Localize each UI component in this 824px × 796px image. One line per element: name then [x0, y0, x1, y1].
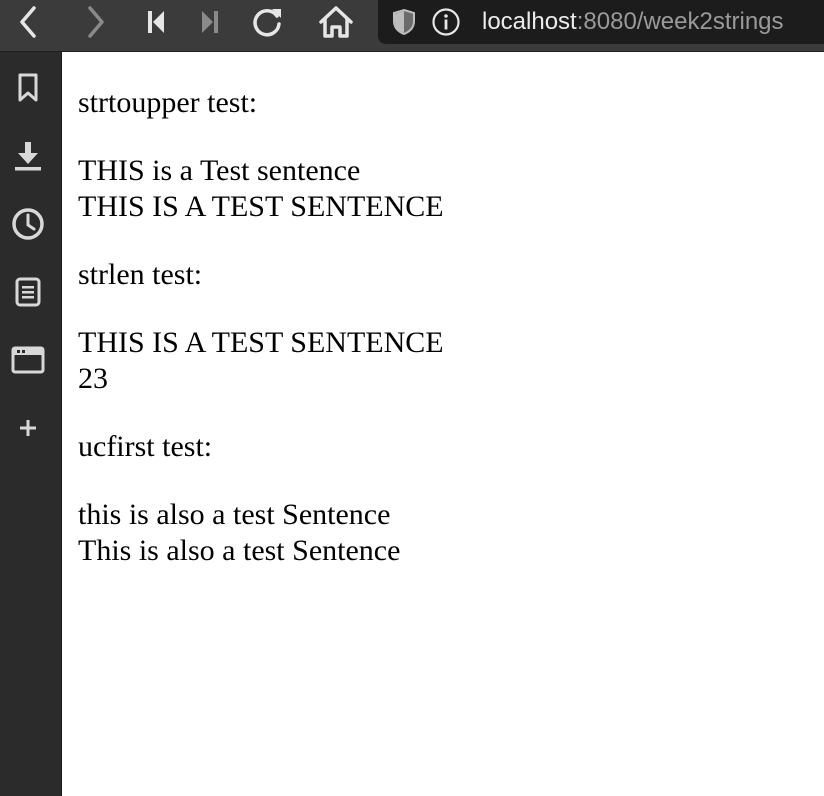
strtoupper-output: THIS IS A TEST SENTENCE: [78, 190, 444, 223]
tabs-button[interactable]: [10, 342, 46, 378]
shield-icon: [393, 8, 415, 36]
address-bar[interactable]: localhost:8080/week2strings: [378, 0, 824, 44]
forward-icon: [88, 6, 104, 38]
home-icon: [319, 6, 353, 38]
reload-button[interactable]: [248, 0, 286, 44]
url-path: :8080/week2strings: [576, 8, 784, 35]
skip-back-icon: [148, 11, 164, 33]
browser-sidebar: [0, 52, 62, 796]
bookmarks-button[interactable]: [10, 70, 46, 106]
back-icon: [20, 6, 36, 38]
ucfirst-output: This is also a test Sentence: [78, 534, 401, 567]
ucfirst-input: this is also a test Sentence: [78, 498, 391, 531]
browser-toolbar: localhost:8080/week2strings: [0, 0, 824, 52]
url-host: localhost: [482, 8, 577, 35]
home-button[interactable]: [316, 0, 356, 44]
reading-list-icon: [15, 277, 41, 307]
strlen-output: 23: [78, 362, 108, 395]
url-text[interactable]: localhost:8080/week2strings: [482, 7, 784, 37]
site-info-button[interactable]: [430, 0, 462, 44]
shield-button[interactable]: [390, 0, 418, 44]
reading-list-button[interactable]: [10, 274, 46, 310]
skip-back-button[interactable]: [142, 0, 170, 44]
reload-icon: [253, 8, 281, 37]
back-button[interactable]: [12, 0, 44, 44]
skip-forward-button[interactable]: [196, 0, 224, 44]
add-icon: [20, 420, 36, 436]
ucfirst-heading: ucfirst test:: [78, 430, 213, 463]
info-icon: [432, 8, 460, 36]
page-content: strtoupper test: THIS is a Test sentence…: [62, 53, 824, 796]
forward-button[interactable]: [80, 0, 112, 44]
bookmark-icon: [18, 73, 38, 102]
strtoupper-input: THIS is a Test sentence: [78, 154, 361, 187]
strlen-input: THIS IS A TEST SENTENCE: [78, 326, 444, 359]
skip-forward-icon: [202, 11, 218, 33]
download-icon: [15, 142, 41, 171]
history-icon: [12, 208, 44, 240]
tabs-icon: [11, 346, 45, 374]
history-button[interactable]: [10, 206, 46, 242]
strlen-heading: strlen test:: [78, 258, 203, 291]
strtoupper-heading: strtoupper test:: [78, 86, 258, 119]
downloads-button[interactable]: [10, 138, 46, 174]
add-panel-button[interactable]: [10, 410, 46, 446]
